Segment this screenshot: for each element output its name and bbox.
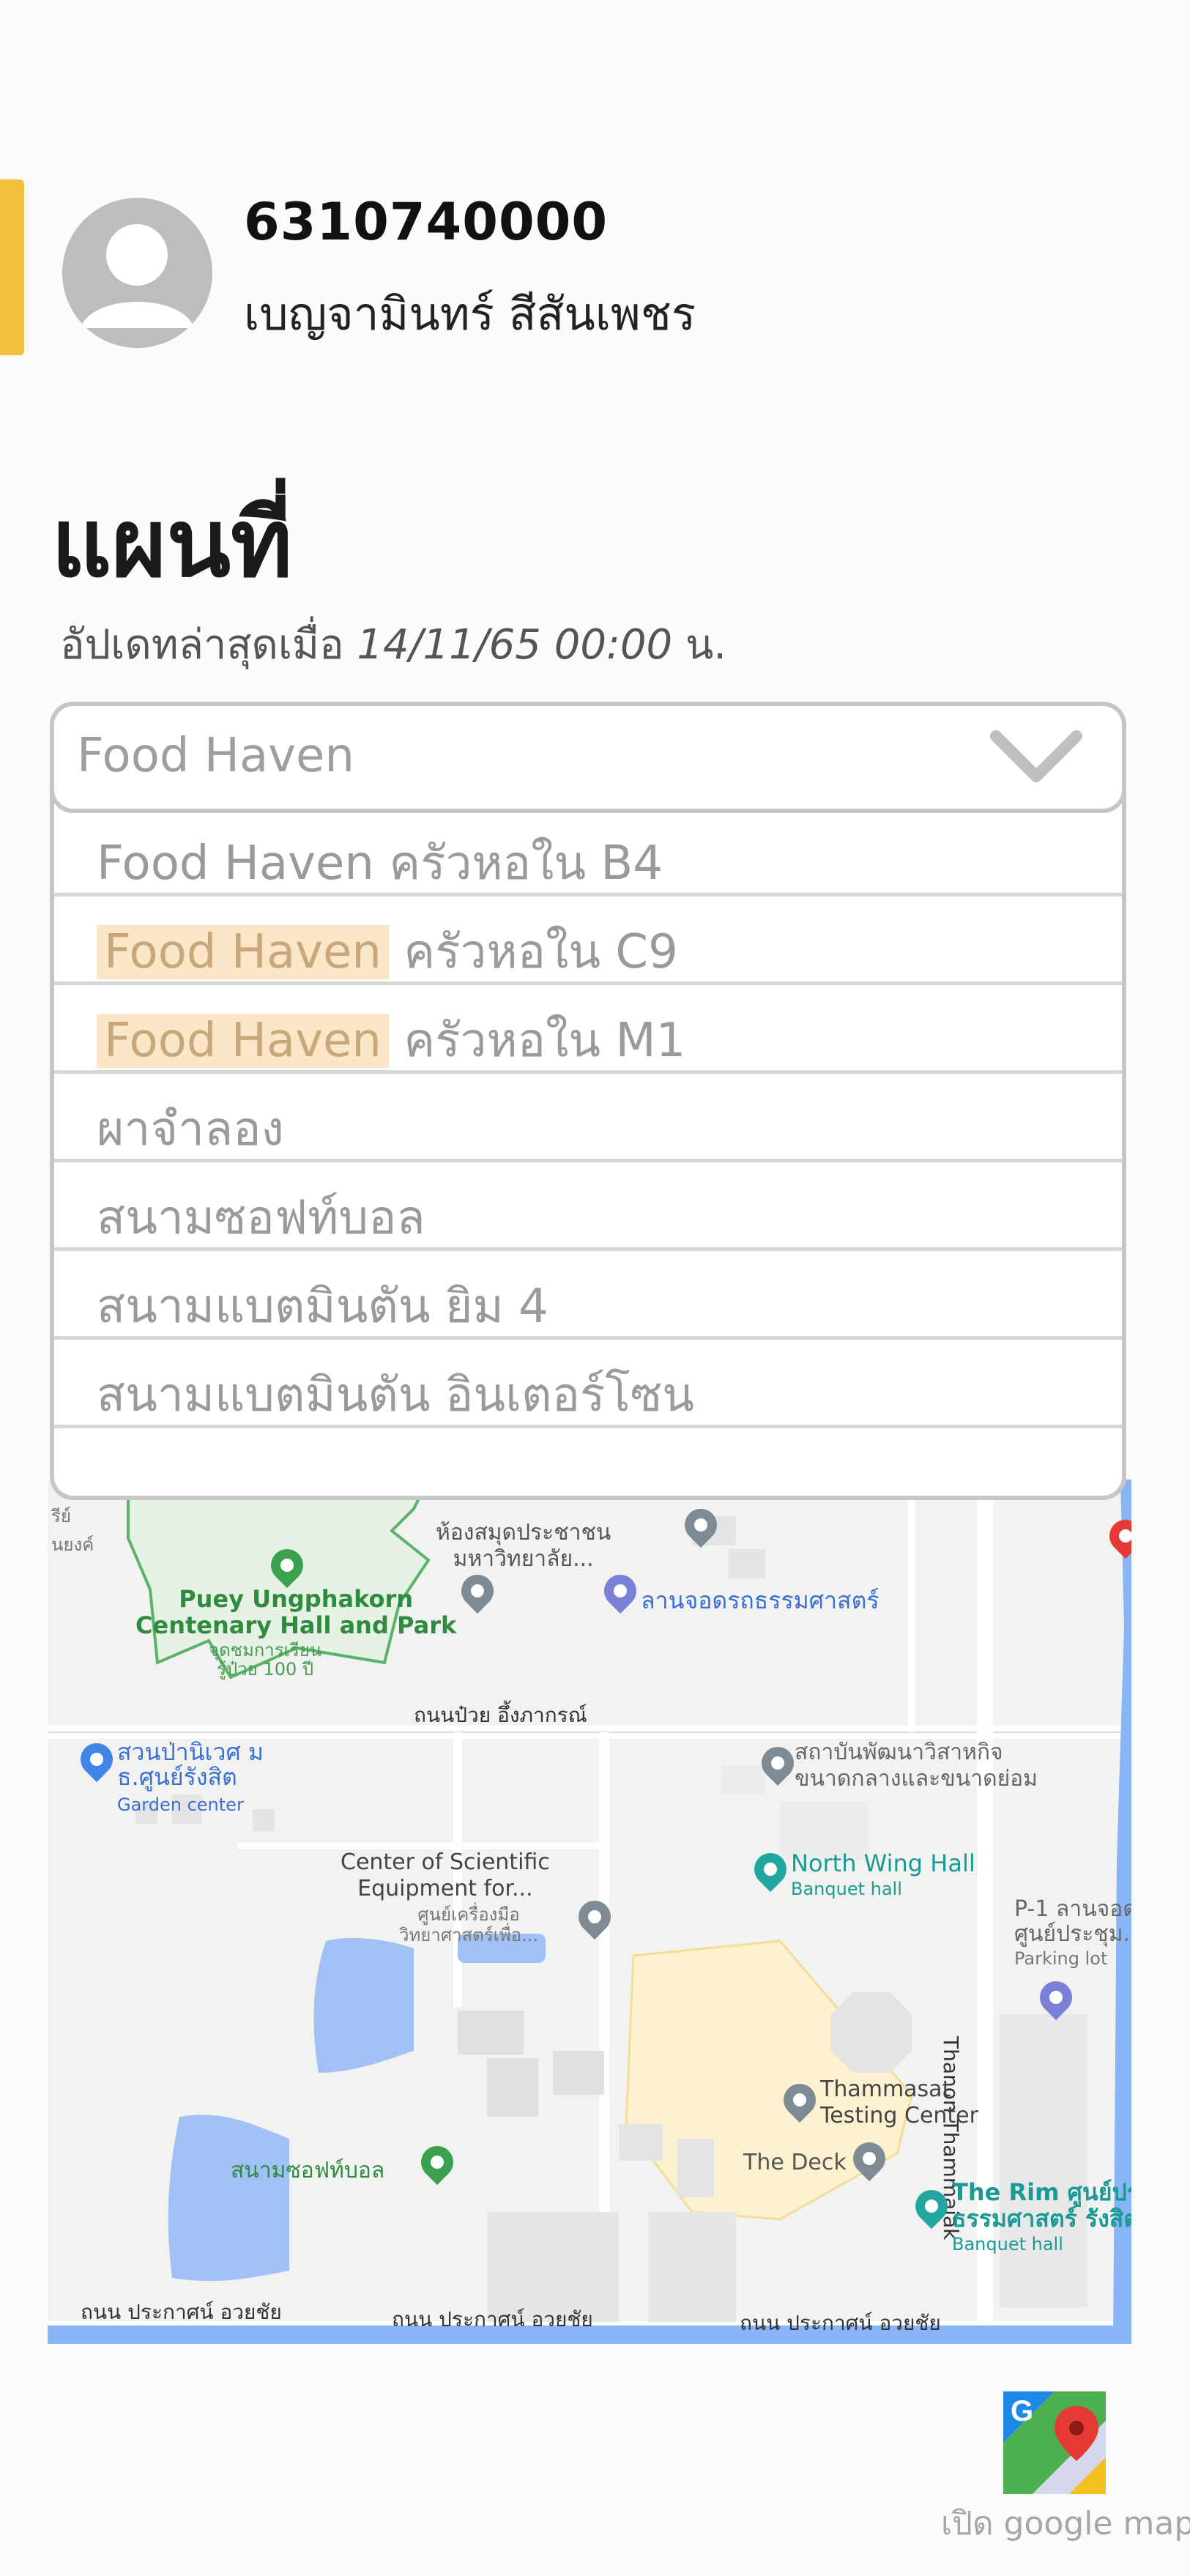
map-label-the-rim[interactable]: The Rim ศูนย์ประชุ ธรรมศาสตร์ รังสิต (952, 2179, 1131, 2232)
map-label-road-prakas-2: ถนน ประกาศน์ อวยชัย (392, 2307, 593, 2331)
chevron-down-icon[interactable] (989, 725, 1084, 791)
updated-date: 14/11/65 00:00 (357, 621, 673, 669)
map-label-p1[interactable]: P-1 ลานจอด ศูนย์ประชุม... (1014, 1897, 1131, 1947)
dropdown-option-label: Food Haven ครัวหอใน B4 (97, 836, 663, 891)
option-rest-text: ครัวหอใน M1 (388, 1014, 686, 1068)
map-label-garden-center[interactable]: สวนป่านิเวศ ม ธ.ศูนย์รังสิต (117, 1740, 264, 1789)
map-label-north-wing[interactable]: North Wing Hall (791, 1849, 975, 1877)
map-label-science-center-th: ศูนย์เครื่องมือ วิทยาศาสตร์เพื่อ... (399, 1904, 538, 1945)
svg-text:G: G (1011, 2395, 1033, 2427)
map-label-parking[interactable]: ลานจอดรถธรรมศาสตร์ (641, 1582, 880, 1619)
map-label-the-rim-sub: Banquet hall (952, 2234, 1063, 2254)
dropdown-option[interactable]: Food Haven ครัวหอใน M1 (54, 985, 1122, 1074)
dropdown-option[interactable]: สนามแบตมินตัน อินเตอร์โซน (54, 1340, 1122, 1428)
campus-map[interactable]: รีย์ นยงค์ ละพานดาว มธ Puey Ungphakorn C… (48, 1480, 1131, 2344)
page-title: แผนที่ (51, 489, 293, 598)
dropdown-option[interactable]: สนามแบตมินตัน ยิม 4 (54, 1251, 1122, 1340)
map-label-institute[interactable]: สถาบันพัฒนาวิสาหกิจ ขนาดกลางและขนาดย่อม (795, 1740, 1038, 1792)
updated-prefix: อัปเดทล่าสุดเมื่อ (60, 621, 344, 669)
dropdown-option-label: สนามแบตมินตัน อินเตอร์โซน (97, 1368, 694, 1422)
map-label-road-puey: ถนนป๋วย อึ้งภากรณ์ (414, 1703, 587, 1727)
map-label-road-prakas-3: ถนน ประกาศน์ อวยชัย (740, 2311, 941, 2335)
active-indicator (0, 179, 24, 355)
dropdown-option-label: สนามซอฟท์บอล (97, 1191, 425, 1245)
search-match-highlight: Food Haven (97, 925, 389, 979)
map-label-garden-sub: Garden center (117, 1794, 244, 1815)
user-icon (81, 224, 194, 328)
search-value[interactable]: Food Haven (77, 729, 354, 783)
updated-suffix: น. (685, 621, 727, 669)
map-label-road-prakas-1: ถนน ประกาศน์ อวยชัย (81, 2300, 282, 2324)
dropdown-option[interactable]: สนามซอฟท์บอล (54, 1162, 1122, 1251)
dropdown-option[interactable]: Food Haven ครัวหอใน B4 (54, 808, 1122, 897)
map-label-testing-center[interactable]: Thammasat Testing Center (820, 2076, 978, 2129)
map-label-puey-park-th: จุดชมการเรียน รู้ป๋วย 100 ปี (209, 1640, 322, 1679)
map-label-north-wing-sub: Banquet hall (791, 1879, 902, 1899)
option-rest-text: ครัวหอใน C9 (388, 925, 678, 979)
dropdown-empty-row (54, 1428, 1122, 1517)
open-google-map-link[interactable]: เปิด google map (941, 2498, 1190, 2549)
last-updated: อัปเดทล่าสุดเมื่อ 14/11/65 00:00 น. (60, 612, 726, 677)
avatar[interactable] (62, 198, 212, 348)
dropdown-option[interactable]: Food Haven ครัวหอใน C9 (54, 897, 1122, 985)
search-match-highlight: Food Haven (97, 1014, 389, 1068)
map-label-science-center[interactable]: Center of Scientific Equipment for... (341, 1849, 550, 1902)
map-label-the-deck[interactable]: The Deck (743, 2150, 847, 2175)
map-label-p1-sub: Parking lot (1014, 1948, 1108, 1969)
dropdown-option[interactable]: ผาจำลอง (54, 1074, 1122, 1162)
google-maps-icon[interactable]: G (1003, 2391, 1106, 2494)
student-name: เบญจามินทร์ สีสันเพชร (244, 287, 696, 341)
dropdown-option-label: สนามแบตมินตัน ยิม 4 (97, 1280, 548, 1334)
map-label-puey-park[interactable]: Puey Ungphakorn Centenary Hall and Park (135, 1586, 456, 1638)
map-label-library[interactable]: ห้องสมุดประชาชน มหาวิทยาลัย... (436, 1520, 611, 1573)
map-label-softball[interactable]: สนามซอฟท์บอล (231, 2153, 384, 2188)
dropdown-option-label: ผาจำลอง (97, 1102, 284, 1157)
dropdown-option-label: Food Haven ครัวหอใน M1 (97, 1003, 685, 1077)
student-id: 6310740000 (244, 192, 609, 252)
dropdown-option-label: Food Haven ครัวหอใน C9 (97, 914, 678, 989)
